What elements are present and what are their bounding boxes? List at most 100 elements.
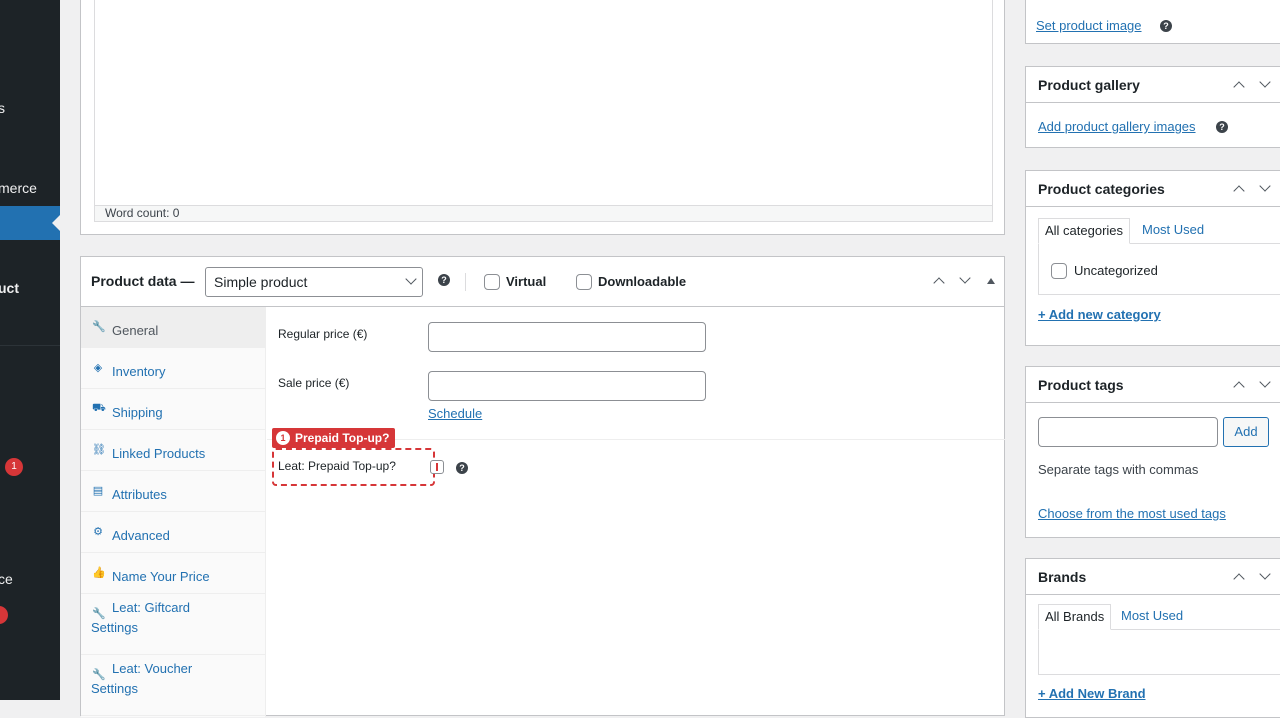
menu-item-woocommerce[interactable]: merce xyxy=(0,180,37,196)
link-icon: ⛓ xyxy=(92,444,106,456)
product-gallery-box: Product gallery Add product gallery imag… xyxy=(1025,66,1280,148)
help-icon[interactable]: ? xyxy=(1216,121,1228,133)
regular-price-label: Regular price (€) xyxy=(278,327,368,341)
submenu-item-fragment[interactable]: uct xyxy=(0,280,19,296)
tab-label: Inventory xyxy=(112,364,166,379)
tab-general[interactable]: 🔧 General xyxy=(81,307,266,348)
tab-shipping[interactable]: ⛟ Shipping xyxy=(81,389,266,430)
move-down-icon[interactable] xyxy=(1259,376,1271,388)
header-divider xyxy=(465,273,466,291)
tab-inventory[interactable]: ◈ Inventory xyxy=(81,348,266,389)
add-new-category-link[interactable]: + Add new category xyxy=(1038,307,1161,322)
product-data-box: Product data — Simple product ? Virtual … xyxy=(80,256,1005,717)
collapse-toggle-icon[interactable] xyxy=(987,278,995,284)
tab-label: Name Your Price xyxy=(112,569,210,584)
tags-hint: Separate tags with commas xyxy=(1038,462,1199,477)
tab-label: Advanced xyxy=(112,528,170,543)
menu-update-badge: 1 xyxy=(5,458,23,476)
help-icon[interactable]: ? xyxy=(456,462,468,474)
downloadable-checkbox[interactable] xyxy=(576,274,592,290)
virtual-checkbox[interactable] xyxy=(484,274,500,290)
menu-item-fragment-2[interactable]: ce xyxy=(0,571,13,587)
tab-label: Attributes xyxy=(112,487,167,502)
tag-icon: ◈ xyxy=(93,362,103,374)
list-icon: ▤ xyxy=(92,485,104,497)
chevron-down-icon xyxy=(405,273,417,285)
set-product-image-link[interactable]: Set product image xyxy=(1036,18,1142,33)
move-up-icon[interactable] xyxy=(1233,185,1245,197)
brands-list-panel xyxy=(1038,629,1280,675)
virtual-label: Virtual xyxy=(506,274,547,289)
tab-leat-voucher-settings[interactable]: 🔧 Leat: Voucher Settings xyxy=(81,655,266,716)
tab-label: Leat: Voucher xyxy=(112,661,193,676)
tab-all-categories[interactable]: All categories xyxy=(1038,218,1131,244)
menu-separator xyxy=(0,345,60,346)
tab-label: General xyxy=(112,323,159,338)
menu-badge-cropped xyxy=(0,606,8,624)
category-checkbox[interactable] xyxy=(1051,263,1067,279)
product-tags-title: Product tags xyxy=(1038,377,1124,393)
word-count: Word count: 0 xyxy=(94,205,993,222)
tab-name-your-price[interactable]: 👍 Name Your Price xyxy=(81,553,266,594)
help-icon[interactable]: ? xyxy=(1160,20,1172,32)
tag-input[interactable] xyxy=(1038,417,1218,447)
gear-icon: ⚙ xyxy=(93,526,103,538)
regular-price-input[interactable] xyxy=(428,322,706,352)
tab-leat-giftcard-settings[interactable]: 🔧 Leat: Giftcard Settings xyxy=(81,594,266,655)
add-tag-button[interactable]: Add xyxy=(1223,417,1269,447)
product-categories-box: Product categories All categories Most U… xyxy=(1025,170,1280,346)
tab-most-used[interactable]: Most Used xyxy=(1115,604,1189,630)
annotation-text: Prepaid Top-up? xyxy=(295,431,390,445)
move-up-icon[interactable] xyxy=(933,277,945,289)
category-label: Uncategorized xyxy=(1074,263,1158,278)
annotation-number: 1 xyxy=(276,431,290,445)
move-up-icon[interactable] xyxy=(1233,573,1245,585)
sale-price-label: Sale price (€) xyxy=(278,376,350,390)
tab-most-used[interactable]: Most Used xyxy=(1136,218,1210,244)
brands-box: Brands All Brands Most Used + Add New Br… xyxy=(1025,558,1280,718)
thumbs-up-icon: 👍 xyxy=(92,567,106,579)
move-down-icon[interactable] xyxy=(959,272,971,284)
move-up-icon[interactable] xyxy=(1233,381,1245,393)
tab-label: Shipping xyxy=(112,405,163,420)
product-data-title: Product data — xyxy=(91,273,195,289)
menu-item-products-active[interactable] xyxy=(0,206,60,240)
box-header-divider xyxy=(1026,206,1280,207)
add-gallery-images-link[interactable]: Add product gallery images xyxy=(1038,119,1196,134)
move-down-icon[interactable] xyxy=(1259,568,1271,580)
product-data-header: Product data — Simple product ? Virtual … xyxy=(81,257,1004,307)
move-up-icon[interactable] xyxy=(1233,81,1245,93)
help-icon[interactable]: ? xyxy=(438,274,450,286)
move-down-icon[interactable] xyxy=(1259,76,1271,88)
menu-item-fragment[interactable]: s xyxy=(0,100,5,116)
tab-advanced[interactable]: ⚙ Advanced xyxy=(81,512,266,553)
truck-icon: ⛟ xyxy=(92,402,106,414)
description-editor: Word count: 0 xyxy=(80,0,1005,235)
tab-label: Linked Products xyxy=(112,446,206,461)
sale-price-input[interactable] xyxy=(428,371,706,401)
wrench-icon: 🔧 xyxy=(92,321,106,333)
downloadable-label: Downloadable xyxy=(598,274,687,289)
choose-most-used-tags-link[interactable]: Choose from the most used tags xyxy=(1038,506,1226,521)
product-categories-title: Product categories xyxy=(1038,181,1165,197)
product-data-tabs: 🔧 General ◈ Inventory ⛟ Shipping ⛓ Linke… xyxy=(81,307,266,717)
tab-label-line2: Settings xyxy=(91,620,138,635)
tab-linked-products[interactable]: ⛓ Linked Products xyxy=(81,430,266,471)
product-tags-box: Product tags Add Separate tags with comm… xyxy=(1025,366,1280,538)
product-gallery-title: Product gallery xyxy=(1038,77,1140,93)
tab-label: Leat: Giftcard xyxy=(112,600,191,615)
box-header-divider xyxy=(1026,594,1280,595)
admin-sidebar: s merce uct 1 ce xyxy=(0,0,60,700)
move-down-icon[interactable] xyxy=(1259,180,1271,192)
tab-all-brands[interactable]: All Brands xyxy=(1038,604,1112,630)
tab-label-line2: Settings xyxy=(91,681,138,696)
prepaid-topup-checkbox[interactable] xyxy=(430,460,444,474)
brands-title: Brands xyxy=(1038,569,1087,585)
tab-attributes[interactable]: ▤ Attributes xyxy=(81,471,266,512)
add-new-brand-link[interactable]: + Add New Brand xyxy=(1038,686,1146,701)
box-header-divider xyxy=(1026,402,1280,403)
editor-text-area[interactable] xyxy=(94,0,993,206)
product-type-select[interactable]: Simple product xyxy=(205,267,423,297)
schedule-link[interactable]: Schedule xyxy=(428,406,482,421)
box-header-divider xyxy=(1026,102,1280,103)
